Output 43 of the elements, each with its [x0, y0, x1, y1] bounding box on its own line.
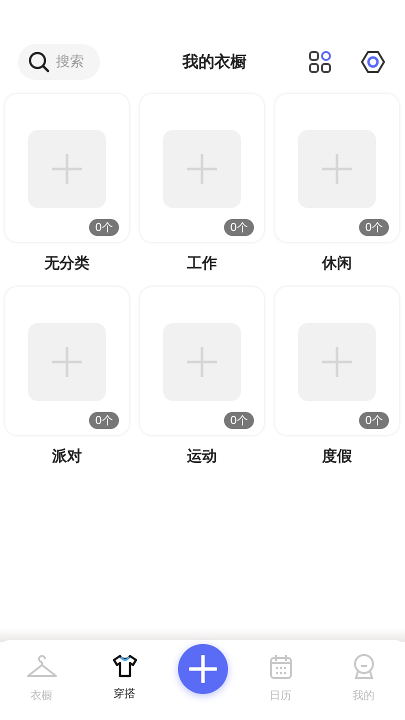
grid-icon[interactable] [309, 51, 331, 73]
category-name: 度假 [322, 447, 352, 466]
add-item-button[interactable] [28, 323, 106, 401]
add-button[interactable] [178, 644, 228, 694]
person-icon [352, 654, 376, 680]
plus-icon [188, 655, 216, 683]
search-icon [28, 51, 50, 73]
item-count-badge: 0个 [224, 219, 254, 236]
tab-item[interactable]: 穿搭 [94, 654, 154, 701]
shirt-icon [112, 654, 138, 678]
category-name: 无分类 [44, 254, 90, 273]
plus-icon [51, 346, 83, 378]
hanger-icon [26, 654, 58, 680]
plus-icon [186, 153, 218, 185]
plus-icon [321, 153, 353, 185]
category-name: 休闲 [322, 254, 352, 273]
add-item-button[interactable] [298, 130, 376, 208]
search-input[interactable]: 搜索 [56, 54, 88, 70]
add-item-button[interactable] [298, 323, 376, 401]
category-card[interactable]: 0个 [140, 94, 264, 242]
plus-icon [186, 346, 218, 378]
add-item-button[interactable] [28, 130, 106, 208]
add-item-button[interactable] [163, 130, 241, 208]
category-card[interactable]: 0个 [140, 287, 264, 435]
category-name: 工作 [187, 254, 217, 273]
category-name: 派对 [52, 447, 82, 466]
page-title: 我的衣橱 [181, 52, 248, 72]
category-card[interactable]: 0个 [5, 287, 129, 435]
calendar-icon [268, 654, 292, 680]
item-count-badge: 0个 [224, 412, 254, 429]
category-name: 运动 [187, 447, 217, 466]
settings-icon[interactable] [361, 50, 385, 74]
plus-icon [321, 346, 353, 378]
item-count-badge: 0个 [89, 412, 119, 429]
search-bar[interactable]: 搜索 [18, 44, 100, 80]
item-count-badge: 0个 [359, 412, 389, 429]
category-card[interactable]: 0个 [275, 287, 399, 435]
item-count-badge: 0个 [89, 219, 119, 236]
add-item-button[interactable] [163, 323, 241, 401]
item-count-badge: 0个 [359, 219, 389, 236]
category-card[interactable]: 0个 [5, 94, 129, 242]
plus-icon [51, 153, 83, 185]
category-card[interactable]: 0个 [275, 94, 399, 242]
